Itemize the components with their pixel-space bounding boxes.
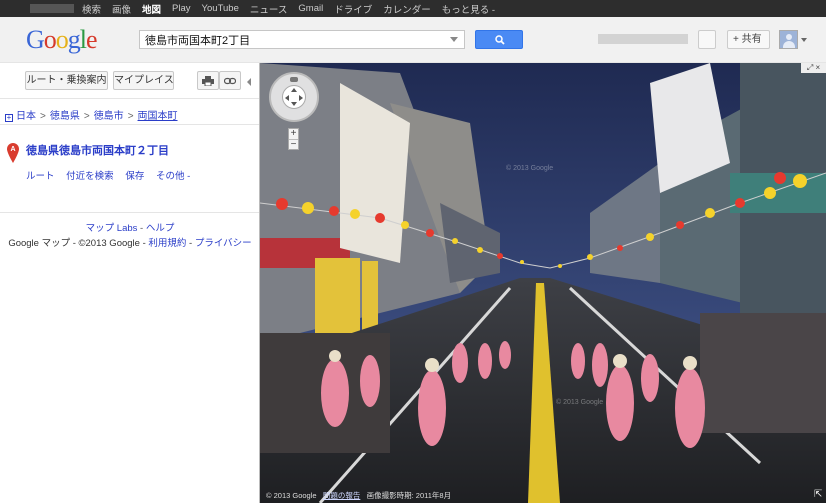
route-link[interactable]: ルート (26, 171, 55, 182)
account-name-blurred[interactable] (30, 4, 74, 13)
nav-search[interactable]: 検索 (82, 2, 101, 16)
zoom-in-button[interactable]: + (289, 129, 298, 139)
map-marker-icon[interactable]: A (7, 143, 19, 163)
compass-needle-icon[interactable] (290, 77, 298, 82)
avatar-body (783, 41, 795, 48)
capture-date: 画像撮影時期: 2011年8月 (366, 491, 452, 500)
labs-help: マップ Labs - ヘルプ (85, 223, 175, 234)
logo-letter: G (26, 25, 45, 54)
link-button[interactable] (219, 71, 241, 90)
watermark: © 2013 Google (556, 399, 604, 406)
nav-drive[interactable]: ドライブ (334, 2, 372, 16)
footer: Google マップ - ©2013 Google - 利用規約 - プライバシ… (8, 238, 252, 249)
print-button[interactable] (197, 71, 219, 90)
divider (0, 124, 260, 125)
logo-letter: o (43, 25, 57, 54)
breadcrumb-item[interactable]: 徳島県 (50, 111, 80, 122)
street-view-footer: © 2013 Google 問題の報告 画像撮影時期: 2011年8月 (266, 490, 451, 501)
collapse-panel-icon[interactable] (247, 78, 251, 86)
search-box (139, 30, 465, 49)
chevron-down-icon[interactable] (801, 38, 807, 42)
nav-images[interactable]: 画像 (112, 2, 131, 16)
pan-left-icon[interactable] (285, 95, 289, 101)
account-email-blurred (598, 34, 688, 44)
expand-icon[interactable]: + (5, 114, 13, 122)
print-icon (202, 76, 214, 87)
watermark: © 2013 Google (506, 165, 554, 172)
route-button[interactable]: ルート・乗換案内 (25, 71, 108, 90)
pan-right-icon[interactable] (299, 95, 303, 101)
left-panel: ルート・乗換案内 マイプレイス + 日本 > 徳島県 > 徳島市 > 両国本町 A 徳島県徳島… (0, 63, 260, 503)
breadcrumb-item[interactable]: 徳島市 (94, 111, 124, 122)
avatar[interactable] (779, 30, 798, 49)
privacy-link[interactable]: プライバシー (195, 238, 252, 249)
breadcrumb: + 日本 > 徳島県 > 徳島市 > 両国本町 (5, 111, 178, 122)
pan-up-icon[interactable] (291, 88, 297, 92)
place-actions: ルート 付近を検索 保存 その他 - (26, 168, 199, 182)
nav-calendar[interactable]: カレンダー (383, 2, 431, 16)
place-title[interactable]: 徳島県徳島市両国本町２丁目 (26, 142, 169, 158)
breadcrumb-item[interactable]: 両国本町 (138, 111, 178, 122)
nav-news[interactable]: ニュース (250, 2, 288, 16)
search-nearby-link[interactable]: 付近を検索 (66, 171, 114, 182)
nav-play[interactable]: Play (172, 3, 190, 14)
panel-toolbar: ルート・乗換案内 マイプレイス (0, 63, 260, 99)
header: Google + 共有 (0, 17, 826, 63)
nav-gmail[interactable]: Gmail (298, 3, 323, 14)
top-bar: 検索 画像 地図 Play YouTube ニュース Gmail ドライブ カレ… (0, 0, 826, 17)
resize-corner-icon[interactable]: ⇱ (814, 489, 824, 501)
breadcrumb-item[interactable]: 日本 (16, 111, 36, 122)
logo-letter: e (86, 25, 98, 54)
search-button[interactable] (475, 30, 523, 49)
chevron-down-icon[interactable] (450, 37, 458, 42)
myplaces-button[interactable]: マイプレイス (113, 71, 174, 90)
logo-letter: o (55, 25, 69, 54)
divider (0, 212, 260, 213)
nav-youtube[interactable]: YouTube (202, 3, 239, 14)
search-input[interactable] (140, 31, 440, 48)
notifications-button[interactable] (698, 30, 716, 49)
save-link[interactable]: 保存 (125, 171, 144, 182)
avatar-head (786, 34, 792, 40)
pan-down-icon[interactable] (291, 102, 297, 106)
link-icon (223, 77, 237, 85)
marker-label: A (10, 146, 15, 153)
help-link[interactable]: ヘルプ (146, 223, 175, 234)
report-problem-link[interactable]: 問題の報告 (323, 491, 361, 500)
expand-close-button[interactable]: ⤢ × (801, 63, 826, 73)
labs-link[interactable]: マップ Labs (86, 223, 138, 234)
terms-link[interactable]: 利用規約 (148, 238, 186, 249)
more-link[interactable]: その他 - (156, 171, 190, 182)
top-nav: 検索 画像 地図 Play YouTube ニュース Gmail ドライブ カレ… (82, 0, 506, 17)
zoom-control: + − (288, 128, 299, 150)
nav-maps[interactable]: 地図 (142, 2, 161, 16)
search-icon (495, 35, 505, 45)
pan-control[interactable] (269, 72, 319, 122)
google-logo[interactable]: Google (26, 25, 98, 55)
logo-letter: g (67, 25, 81, 54)
copyright-text: Google マップ - ©2013 Google - (8, 238, 146, 249)
sv-copyright: © 2013 Google (266, 491, 317, 500)
share-button[interactable]: + 共有 (727, 30, 770, 49)
zoom-out-button[interactable]: − (289, 140, 298, 150)
street-view[interactable]: © 2013 Google © 2013 Google + − ⤢ × © 20… (260, 63, 826, 503)
nav-more[interactable]: もっと見る - (442, 2, 495, 16)
street-view-image[interactable] (260, 63, 826, 503)
